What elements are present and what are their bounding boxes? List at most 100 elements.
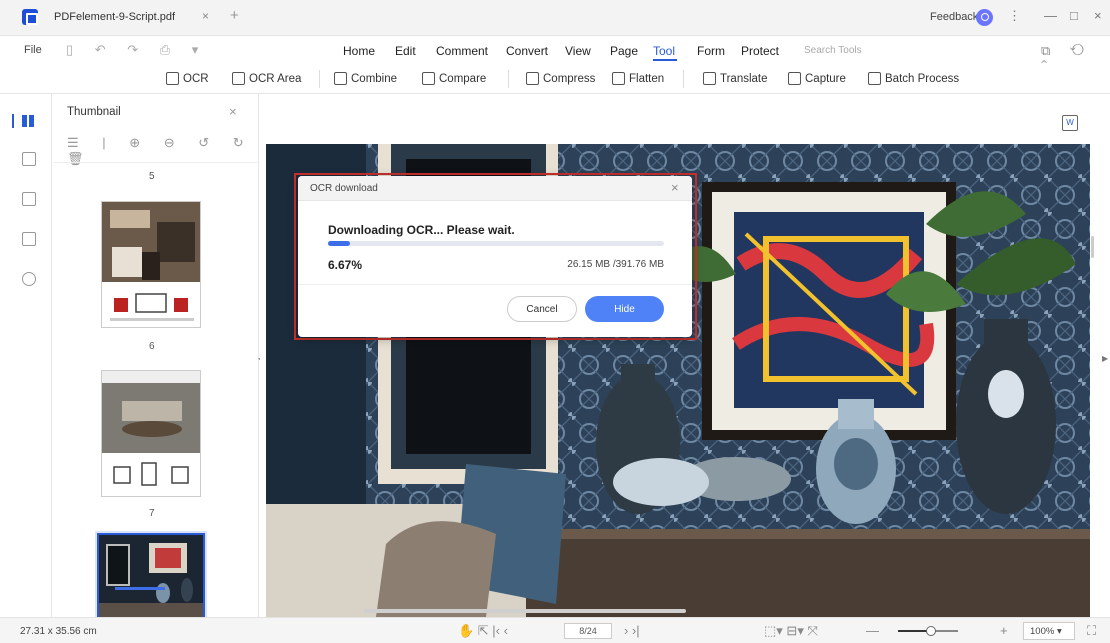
page-number-5: 5 (149, 171, 155, 182)
thumbnail-icon[interactable] (12, 114, 36, 128)
page-number-6: 6 (149, 341, 155, 352)
menu-convert[interactable]: Convert (506, 44, 548, 58)
search-tools-input[interactable]: Search Tools (804, 45, 862, 56)
vertical-scrollbar[interactable] (1091, 236, 1094, 258)
ocr-icon (166, 72, 179, 85)
document-tab[interactable]: PDFelement-9-Script.pdf × (48, 6, 220, 30)
navigation-tools[interactable]: ✋ ⇱ |‹ ‹ (458, 623, 508, 639)
compare-label: Compare (439, 72, 487, 85)
download-percent: 6.67% (328, 258, 363, 272)
menu-form[interactable]: Form (697, 44, 725, 58)
menu-protect[interactable]: Protect (741, 44, 779, 58)
fullscreen-icon[interactable]: ⛶ (1087, 623, 1096, 639)
title-bar: PDFelement-9-Script.pdf × + Feedback ⋮ —… (0, 0, 1110, 36)
combine-label: Combine (351, 72, 398, 85)
dialog-header: OCR download × (298, 176, 692, 201)
zoom-level-value: 100% (1030, 626, 1055, 637)
page-number-input[interactable]: 8/24 (564, 623, 612, 639)
avatar[interactable] (976, 9, 993, 26)
new-tab-button[interactable]: + (230, 7, 239, 24)
zoom-slider-knob[interactable] (926, 626, 936, 636)
quick-access-icons[interactable]: ▯ ↶ ↷ ⎙ ▾ (66, 42, 207, 58)
ocr-label: OCR (183, 72, 209, 85)
page-6-preview (102, 371, 200, 486)
batch-process-icon (868, 72, 881, 85)
compare-button[interactable]: Compare (422, 72, 486, 85)
download-size: 26.15 MB /391.76 MB (567, 259, 664, 270)
menu-tool[interactable]: Tool (653, 44, 675, 58)
menu-edit[interactable]: Edit (395, 44, 416, 58)
flatten-label: Flatten (629, 72, 665, 85)
active-menu-underline (653, 59, 677, 61)
ocr-button[interactable]: OCR (166, 72, 209, 85)
hide-button[interactable]: Hide (585, 296, 664, 322)
bookmark-icon[interactable] (22, 152, 36, 166)
menu-home[interactable]: Home (343, 44, 375, 58)
toolbar-divider (683, 70, 684, 88)
page-size-label: 27.31 x 35.56 cm (20, 626, 97, 637)
file-menu[interactable]: File (24, 44, 42, 56)
flatten-button[interactable]: Flatten (612, 72, 664, 85)
zoom-slider[interactable] (898, 626, 958, 636)
close-window-button[interactable]: × (1094, 8, 1102, 23)
translate-label: Translate (720, 72, 768, 85)
collapse-right-panel-icon[interactable]: ▶ (1102, 354, 1108, 363)
capture-label: Capture (805, 72, 846, 85)
batch-process-button[interactable]: Batch Process (868, 72, 959, 85)
horizontal-scrollbar[interactable] (364, 609, 686, 613)
document-tab-title: PDFelement-9-Script.pdf (54, 11, 176, 23)
thumbnail-panel: Thumbnail × ☰ | ⊕ ⊖ ↺ ↻ 🗑 5 6 7 (53, 94, 259, 617)
toolbar-divider (508, 70, 509, 88)
toolbar-divider (319, 70, 320, 88)
zoom-out-button[interactable]: — (866, 623, 879, 638)
combine-button[interactable]: Combine (334, 72, 397, 85)
more-options-icon[interactable]: ⋮ (1008, 8, 1021, 24)
maximize-button[interactable]: □ (1070, 8, 1078, 23)
zoom-level-select[interactable]: 100% ▾ (1023, 622, 1075, 640)
next-page-controls[interactable]: › ›| (624, 623, 640, 638)
ocr-area-label: OCR Area (249, 72, 302, 85)
ocr-download-dialog: OCR download × Downloading OCR... Please… (298, 176, 692, 337)
convert-to-word-icon[interactable]: W (1062, 115, 1078, 131)
menu-view[interactable]: View (565, 44, 591, 58)
close-tab-icon[interactable]: × (202, 9, 209, 23)
thumbnail-list[interactable]: 5 6 7 (53, 162, 258, 617)
compare-icon (422, 72, 435, 85)
download-message: Downloading OCR... Please wait. (328, 223, 515, 237)
page-5-preview (102, 202, 200, 321)
menu-page[interactable]: Page (610, 44, 638, 58)
ocr-area-button[interactable]: OCR Area (232, 72, 301, 85)
thumbnail-panel-title: Thumbnail (67, 106, 121, 118)
dialog-divider (298, 284, 692, 285)
status-bar: 27.31 x 35.56 cm ✋ ⇱ |‹ ‹ 8/24 › ›| ⬚▾ ⊟… (0, 617, 1110, 643)
comment-icon[interactable] (22, 192, 36, 206)
search-icon[interactable] (22, 272, 36, 286)
flatten-icon (612, 72, 625, 85)
close-panel-icon[interactable]: × (229, 104, 237, 119)
page-thumbnail-5[interactable] (101, 201, 201, 328)
attachment-icon[interactable] (22, 232, 36, 246)
menu-bar: File ▯ ↶ ↷ ⎙ ▾ Home Edit Comment Convert… (0, 36, 1110, 74)
compress-label: Compress (543, 72, 596, 85)
download-progress-bar (328, 241, 664, 246)
page-number-7: 7 (149, 508, 155, 519)
compress-button[interactable]: Compress (526, 72, 595, 85)
app-logo-icon (22, 9, 38, 25)
ocr-area-icon (232, 72, 245, 85)
dialog-close-icon[interactable]: × (671, 180, 679, 195)
left-rail (0, 94, 52, 617)
feedback-link[interactable]: Feedback (930, 11, 978, 23)
capture-button[interactable]: Capture (788, 72, 846, 85)
minimize-button[interactable]: — (1044, 8, 1057, 23)
combine-icon (334, 72, 347, 85)
capture-icon (788, 72, 801, 85)
zoom-in-button[interactable]: + (1000, 623, 1008, 638)
menu-comment[interactable]: Comment (436, 44, 488, 58)
cancel-button[interactable]: Cancel (507, 296, 577, 322)
batch-process-label: Batch Process (885, 72, 960, 85)
translate-button[interactable]: Translate (703, 72, 768, 85)
view-mode-icons[interactable]: ⬚▾ ⊟▾ ⤧ (764, 623, 818, 639)
page-thumbnail-6[interactable] (101, 370, 201, 497)
tool-ribbon: OCR OCR Area Combine Compare Compress Fl… (0, 64, 1110, 94)
page-thumbnail-7[interactable] (97, 533, 205, 617)
